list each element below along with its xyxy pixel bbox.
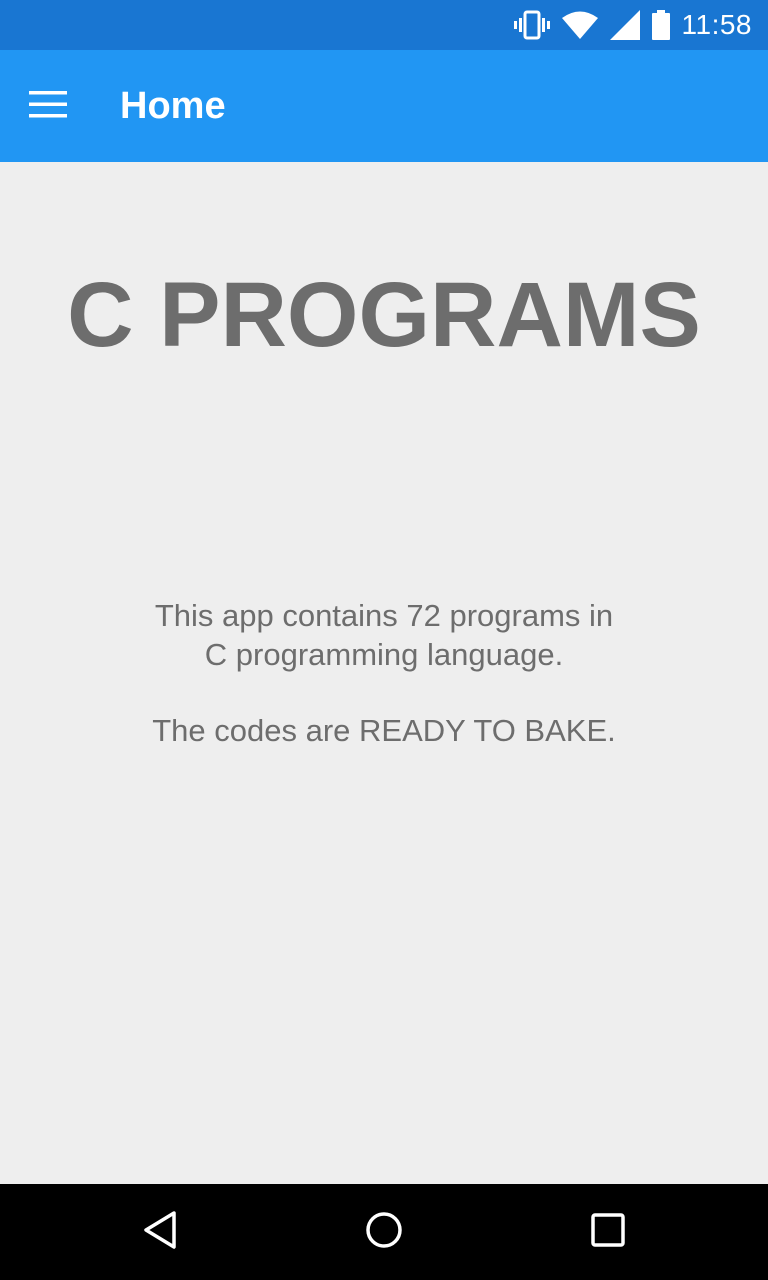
description-spacer [0,674,768,711]
home-button[interactable] [360,1208,408,1256]
back-icon [142,1210,178,1255]
description-line-1: This app contains 72 programs in [154,598,614,633]
status-icons: 11:58 [513,0,753,50]
description: This app contains 72 programs in C progr… [0,596,768,750]
vibrate-icon [513,10,550,40]
app-title: Home [120,85,226,127]
battery-icon [651,10,670,40]
home-icon [365,1211,403,1254]
recents-button[interactable] [584,1208,632,1256]
signal-icon [609,10,640,40]
hamburger-menu-icon [29,90,67,123]
description-line-2: C programming language. [204,637,564,672]
screen: 11:58 Home C PROGRAMS This app contains … [0,0,768,1280]
back-button[interactable] [136,1208,184,1256]
menu-button[interactable] [24,82,72,130]
recents-icon [591,1212,625,1252]
tagline: The codes are READY TO BAKE. [152,713,616,748]
main-content: C PROGRAMS This app contains 72 programs… [0,162,768,1184]
headline: C PROGRAMS [67,264,701,366]
status-bar: 11:58 [0,0,768,50]
status-time: 11:58 [681,9,752,40]
navigation-bar [0,1184,768,1280]
app-bar: Home [0,50,768,162]
wifi-icon [561,11,598,39]
